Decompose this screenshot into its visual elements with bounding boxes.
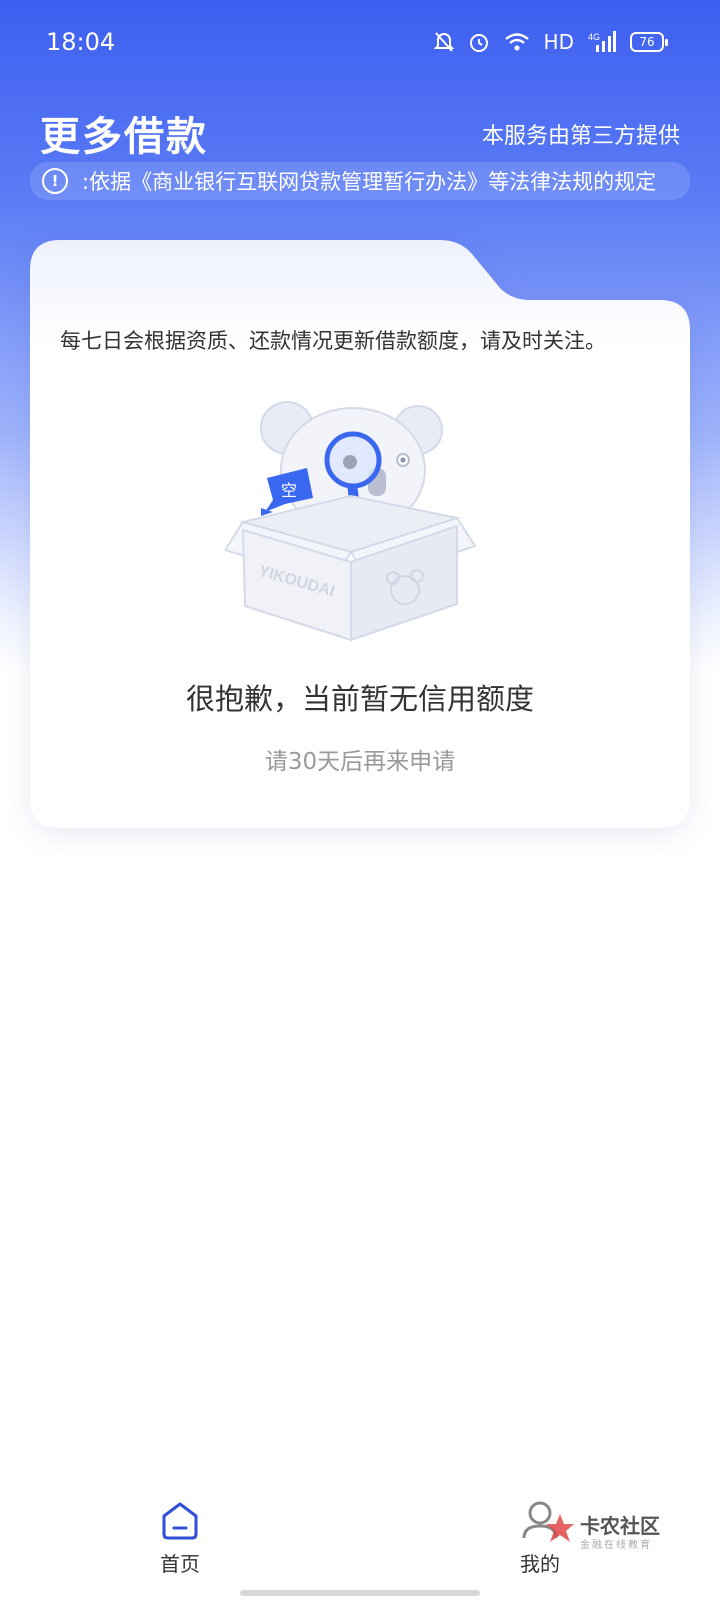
status-bar: 18:04 HD 4G 76 [0, 0, 720, 88]
watermark-title: 卡农社区 [580, 1514, 660, 1538]
nav-item-home[interactable]: 首页 [120, 1500, 240, 1577]
empty-koala-box-illustration: 空 YIKOUDAI [225, 401, 477, 642]
empty-state-subtitle: 请30天后再来申请 [264, 749, 456, 775]
mute-bell-icon [433, 32, 454, 52]
provider-note: 本服务由第三方提供 [481, 124, 680, 149]
home-icon [162, 1502, 198, 1540]
svg-text:空: 空 [281, 481, 297, 500]
alarm-icon [469, 34, 488, 52]
network-label: HD [543, 30, 574, 54]
status-time: 18:04 [46, 28, 116, 56]
credit-card-panel: 每七日会根据资质、还款情况更新借款额度，请及时关注。 空 YIKOUDAI 很抱… [30, 240, 690, 828]
nav-label-mine: 我的 [520, 1552, 560, 1576]
svg-text:4G: 4G [588, 32, 600, 42]
watermark-logo [546, 1514, 574, 1542]
watermark: 卡农社区 金融在线教育 [544, 1510, 694, 1551]
page-title: 更多借款 [40, 114, 208, 160]
info-circle-icon: ! [42, 168, 68, 194]
wifi-icon [504, 33, 529, 51]
refresh-tip: 每七日会根据资质、还款情况更新借款额度，请及时关注。 [60, 329, 606, 353]
notice-bar[interactable]: ! :依据《商业银行互联网贷款管理暂行办法》等法律法规的规定 [30, 162, 690, 200]
nav-label-home: 首页 [160, 1552, 200, 1576]
status-icons: HD 4G 76 [433, 30, 668, 54]
home-indicator [240, 1590, 480, 1596]
signal-icon: 4G [588, 31, 616, 52]
empty-state-title: 很抱歉，当前暂无信用额度 [185, 682, 534, 716]
battery-icon: 76 [630, 32, 668, 52]
notice-text: :依据《商业银行互联网贷款管理暂行办法》等法律法规的规定 [82, 170, 657, 194]
watermark-subtitle: 金融在线教育 [580, 1540, 652, 1551]
